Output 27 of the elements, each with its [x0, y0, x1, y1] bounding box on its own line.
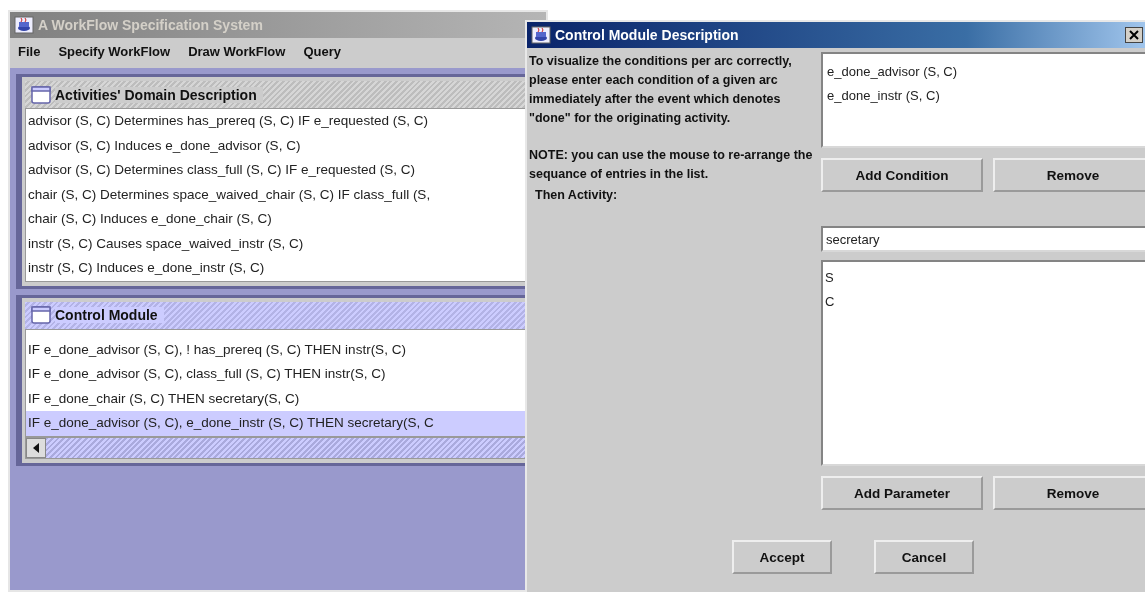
- menu-item[interactable]: Specify WorkFlow: [58, 44, 171, 62]
- parameter-button[interactable]: Add Parameter: [821, 476, 983, 510]
- cup-icon: [14, 16, 34, 34]
- dialog-button[interactable]: Cancel: [874, 540, 974, 574]
- instruction-text: To visualize the conditions per arc correctly, please enter each condition of a given arc immediately after the event which denotes "done" for the originating activity.: [529, 53, 793, 127]
- condition-item[interactable]: e_done_instr (S, C): [827, 84, 1145, 108]
- cup-icon: [531, 26, 551, 44]
- menu-item[interactable]: Query: [303, 44, 341, 62]
- menu-item[interactable]: File: [18, 44, 41, 62]
- activity-field[interactable]: secretary: [821, 226, 1145, 252]
- menu-item[interactable]: Draw WorkFlow: [188, 44, 286, 62]
- activity-label: Then Activity:: [534, 188, 619, 202]
- parameter-item[interactable]: S: [825, 266, 1145, 290]
- parameter-item[interactable]: C: [825, 290, 1145, 314]
- condition-item[interactable]: e_done_advisor (S, C): [827, 60, 1145, 84]
- instruction-text: NOTE: you can use the mouse to re-arrange the sequance of entries in the list.: [529, 147, 814, 183]
- condition-button[interactable]: Remove: [993, 158, 1145, 192]
- dialog-title: Control Module Description: [555, 27, 739, 43]
- window-icon: [31, 85, 51, 104]
- window-title: A WorkFlow Specification System: [38, 17, 263, 33]
- close-icon[interactable]: [1125, 27, 1143, 43]
- condition-button[interactable]: Add Condition: [821, 158, 983, 192]
- frame-title: Control Module: [55, 307, 164, 323]
- dialog-button[interactable]: Accept: [732, 540, 832, 574]
- window-icon: [31, 306, 51, 324]
- frame-title: Activities' Domain Description: [55, 86, 263, 103]
- parameter-button[interactable]: Remove: [993, 476, 1145, 510]
